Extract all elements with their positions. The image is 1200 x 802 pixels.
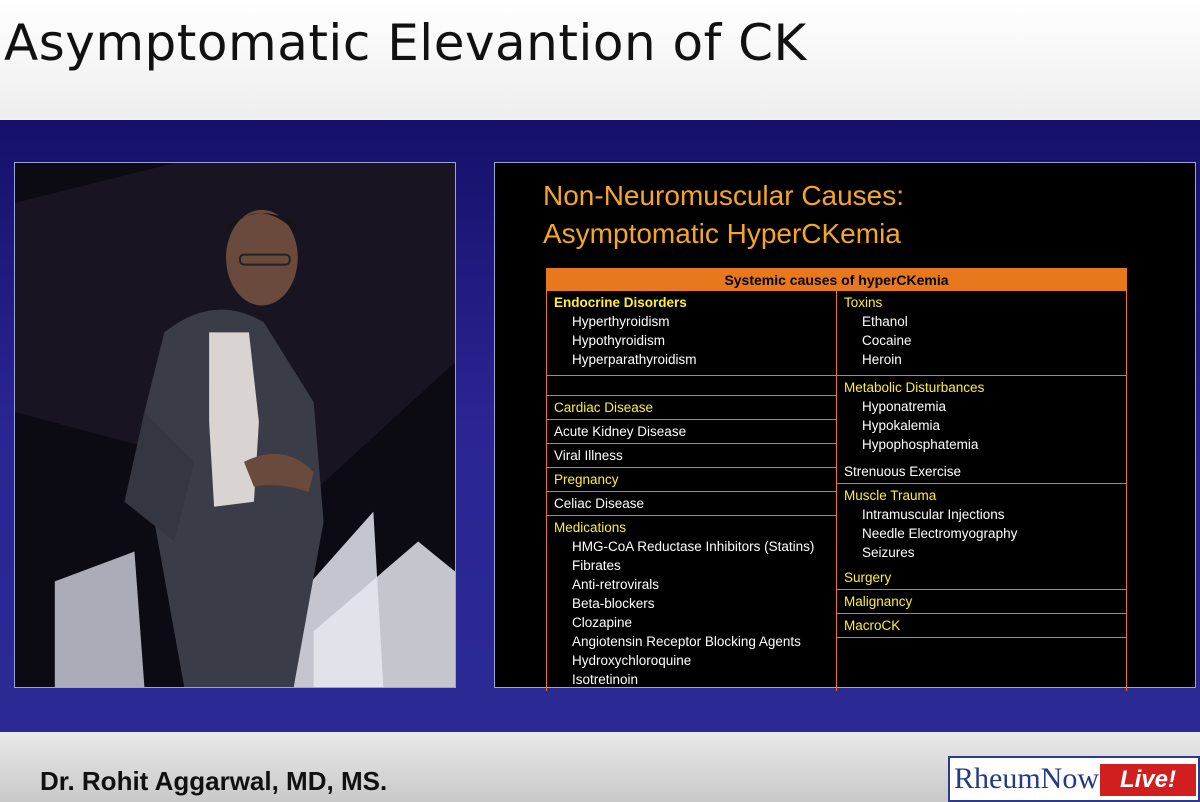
list-item: HMG-CoA Reductase Inhibitors (Statins) xyxy=(572,539,815,554)
medications-label: Medications xyxy=(554,520,627,535)
aki-cell: Acute Kidney Disease xyxy=(547,420,836,444)
exercise-cell: Strenuous Exercise xyxy=(837,460,1126,484)
viral-label: Viral Illness xyxy=(554,448,623,463)
list-item: Clozapine xyxy=(572,615,633,630)
speaker-video xyxy=(14,162,456,688)
table-header: Systemic causes of hyperCKemia xyxy=(546,268,1127,291)
cardiac-label: Cardiac Disease xyxy=(554,400,654,415)
pregnancy-cell: Pregnancy xyxy=(547,468,836,492)
list-item: Hyperparathyroidism xyxy=(572,352,697,367)
list-item: Angiotensin Receptor Blocking Agents xyxy=(572,634,801,649)
viral-cell: Viral Illness xyxy=(547,444,836,468)
metabolic-cell: Metabolic Disturbances Hyponatremia Hypo… xyxy=(837,376,1126,460)
speaker-figure xyxy=(15,163,455,687)
endocrine-cell: Endocrine Disorders Hyperthyroidism Hypo… xyxy=(547,291,836,376)
left-column: Endocrine Disorders Hyperthyroidism Hypo… xyxy=(546,290,837,691)
pregnancy-label: Pregnancy xyxy=(554,472,619,487)
macrock-cell: MacroCK xyxy=(837,614,1126,638)
page-title: Asymptomatic Elevantion of CK xyxy=(4,14,807,72)
logo-brand: RheumNow xyxy=(954,762,1099,795)
endocrine-label: Endocrine Disorders xyxy=(554,295,687,310)
logo-live-badge: Live! xyxy=(1100,764,1196,796)
exercise-label: Strenuous Exercise xyxy=(844,464,962,479)
list-item: Intramuscular Injections xyxy=(862,507,1005,522)
aki-label: Acute Kidney Disease xyxy=(554,424,687,439)
list-item: Anti-retrovirals xyxy=(572,577,660,592)
slide-title-line2: Asymptomatic HyperCKemia xyxy=(543,218,901,249)
toxins-label: Toxins xyxy=(844,295,883,310)
slide-title-line1: Non-Neuromuscular Causes: xyxy=(543,180,905,211)
trauma-cell: Muscle Trauma Intramuscular Injections N… xyxy=(837,484,1126,566)
macrock-label: MacroCK xyxy=(844,618,901,633)
toxins-cell: Toxins Ethanol Cocaine Heroin xyxy=(837,291,1126,376)
list-item: Isotretinoin xyxy=(572,672,639,687)
right-column: Toxins Ethanol Cocaine Heroin Metabolic … xyxy=(836,290,1127,691)
list-item: Hypothyroidism xyxy=(572,333,666,348)
speaker-name: Dr. Rohit Aggarwal, MD, MS. xyxy=(40,766,388,796)
list-item: Seizures xyxy=(862,545,915,560)
surgery-label: Surgery xyxy=(844,570,892,585)
rheumnow-logo: RheumNow Live! xyxy=(948,756,1200,802)
list-item: Fibrates xyxy=(572,558,621,573)
list-item: Ethanol xyxy=(862,314,908,329)
presentation-stage: Non-Neuromuscular Causes: Asymptomatic H… xyxy=(0,120,1200,732)
list-item: Hydroxychloroquine xyxy=(572,653,692,668)
list-item: Beta-blockers xyxy=(572,596,655,611)
list-item: Hyperthyroidism xyxy=(572,314,670,329)
list-item: Hypophosphatemia xyxy=(862,437,979,452)
causes-table: Systemic causes of hyperCKemia Endocrine… xyxy=(546,268,1127,691)
medications-cell: Medications HMG-CoA Reductase Inhibitors… xyxy=(547,516,836,691)
malignancy-cell: Malignancy xyxy=(837,590,1126,614)
malignancy-label: Malignancy xyxy=(844,594,913,609)
presentation-slide: Non-Neuromuscular Causes: Asymptomatic H… xyxy=(494,162,1196,691)
metabolic-label: Metabolic Disturbances xyxy=(844,380,985,395)
surgery-cell: Surgery xyxy=(837,566,1126,590)
list-item: Heroin xyxy=(862,352,902,367)
trauma-label: Muscle Trauma xyxy=(844,488,937,503)
list-item: Hyponatremia xyxy=(862,399,947,414)
slide-title: Non-Neuromuscular Causes: Asymptomatic H… xyxy=(543,177,904,253)
cardiac-cell: Cardiac Disease xyxy=(547,396,836,420)
list-item: Needle Electromyography xyxy=(862,526,1018,541)
title-bar: Asymptomatic Elevantion of CK xyxy=(0,0,1200,118)
list-item: Cocaine xyxy=(862,333,912,348)
celiac-label: Celiac Disease xyxy=(554,496,645,511)
empty-cell xyxy=(547,376,836,396)
celiac-cell: Celiac Disease xyxy=(547,492,836,516)
list-item: Hypokalemia xyxy=(862,418,941,433)
